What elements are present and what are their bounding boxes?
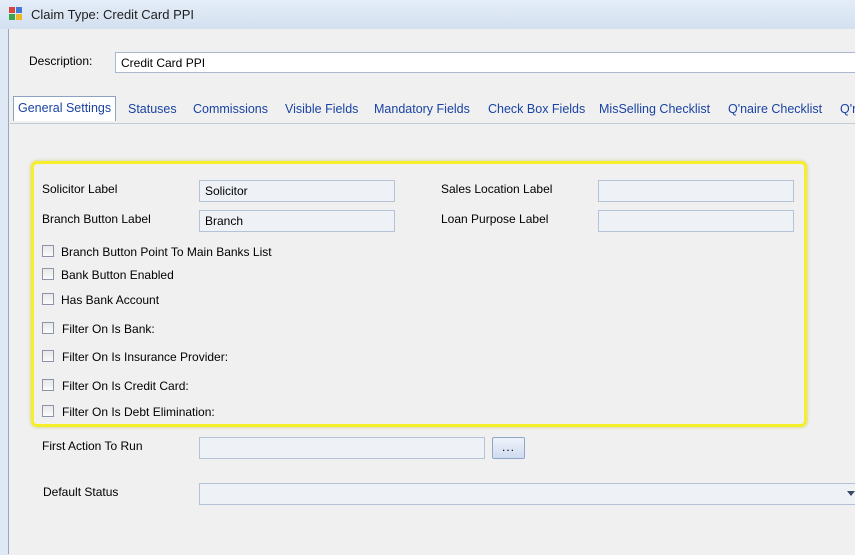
- filter-is-bank-label: Filter On Is Bank:: [62, 322, 155, 336]
- tab-qnaire-checklist[interactable]: Q'naire Checklist: [728, 99, 822, 119]
- chevron-down-icon: [847, 491, 855, 496]
- first-action-input[interactable]: [199, 437, 485, 459]
- branch-button-label-caption: Branch Button Label: [42, 212, 151, 226]
- filter-is-insurance-provider-checkbox[interactable]: [42, 350, 54, 362]
- branch-button-point-label: Branch Button Point To Main Banks List: [61, 245, 272, 259]
- description-input[interactable]: Credit Card PPI: [115, 52, 855, 73]
- sales-location-label-input[interactable]: [598, 180, 794, 202]
- filter-is-debt-elimination-checkbox[interactable]: [42, 405, 54, 417]
- dialog-client-area: Description: Credit Card PPI General Set…: [8, 29, 855, 555]
- app-icon: [9, 7, 23, 21]
- has-bank-account-checkbox[interactable]: [42, 293, 54, 305]
- tab-mandatory-fields[interactable]: Mandatory Fields: [374, 99, 470, 119]
- has-bank-account-label: Has Bank Account: [61, 293, 160, 307]
- default-status-dropdown[interactable]: [199, 483, 855, 505]
- browse-button[interactable]: ...: [492, 437, 525, 459]
- window-title: Claim Type: Credit Card PPI: [31, 7, 195, 22]
- loan-purpose-label-input[interactable]: [598, 210, 794, 232]
- tab-overflow[interactable]: Q'n: [840, 99, 855, 119]
- description-label: Description:: [29, 54, 93, 68]
- filter-is-credit-card-checkbox[interactable]: [42, 379, 54, 391]
- filter-is-credit-card-label: Filter On Is Credit Card:: [62, 379, 189, 393]
- filter-is-debt-elimination-label: Filter On Is Debt Elimination:: [62, 405, 215, 419]
- tab-check-box-fields[interactable]: Check Box Fields: [488, 99, 585, 119]
- branch-button-point-checkbox[interactable]: [42, 245, 54, 257]
- solicitor-label-input[interactable]: Solicitor: [199, 180, 395, 202]
- branch-button-label-input[interactable]: Branch: [199, 210, 395, 232]
- sales-location-label-caption: Sales Location Label: [441, 182, 553, 196]
- title-bar: Claim Type: Credit Card PPI: [0, 0, 855, 29]
- tab-strip: General Settings Statuses Commissions Vi…: [9, 95, 855, 123]
- tab-misselling-checklist[interactable]: MisSelling Checklist: [599, 99, 710, 119]
- general-settings-panel: Solicitor Label Solicitor Branch Button …: [10, 123, 855, 555]
- bank-button-enabled-label: Bank Button Enabled: [61, 268, 174, 282]
- filter-is-insurance-provider-label: Filter On Is Insurance Provider:: [62, 350, 229, 364]
- loan-purpose-label-caption: Loan Purpose Label: [441, 212, 549, 226]
- tab-statuses[interactable]: Statuses: [128, 99, 177, 119]
- tab-commissions[interactable]: Commissions: [193, 99, 268, 119]
- tab-general-settings[interactable]: General Settings: [13, 96, 117, 121]
- bank-button-enabled-checkbox[interactable]: [42, 268, 54, 280]
- first-action-label: First Action To Run: [42, 439, 143, 453]
- tab-visible-fields[interactable]: Visible Fields: [285, 99, 358, 119]
- filter-is-bank-checkbox[interactable]: [42, 322, 54, 334]
- default-status-label: Default Status: [43, 485, 119, 499]
- solicitor-label-caption: Solicitor Label: [42, 182, 118, 196]
